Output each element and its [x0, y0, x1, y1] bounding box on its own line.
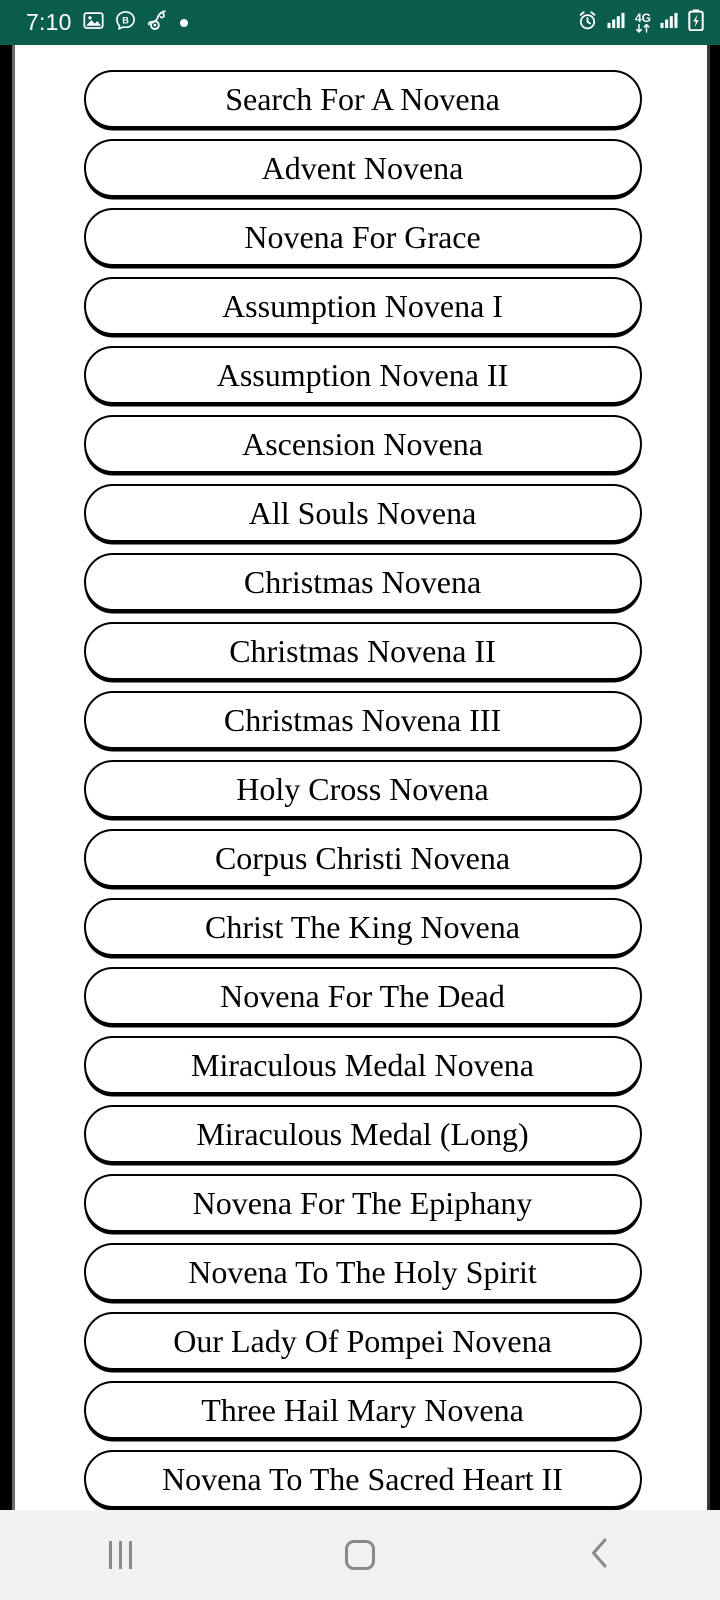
phone-screen: 7:10 B 4G Search For A Novena Advent Nov… — [0, 0, 720, 1600]
messenger-b-icon: B — [115, 10, 136, 36]
status-bar-clock: 7:10 — [26, 9, 72, 35]
novena-button[interactable]: Christmas Novena II — [83, 622, 642, 680]
novena-button[interactable]: Three Hail Mary Novena — [83, 1381, 642, 1439]
status-bar-right: 4G — [577, 9, 704, 36]
svg-text:B: B — [122, 15, 129, 25]
left-screen-edge — [0, 45, 12, 1510]
status-bar-left: 7:10 B — [26, 9, 188, 36]
recents-button[interactable] — [45, 1510, 195, 1600]
mobile-data-4g-icon: 4G — [634, 10, 651, 33]
novena-button[interactable]: Ascension Novena — [83, 415, 642, 473]
signal-bars-2-icon — [660, 11, 679, 34]
network-type-label: 4G — [634, 10, 651, 25]
novena-button[interactable]: Our Lady Of Pompei Novena — [83, 1312, 642, 1370]
novena-button[interactable]: Novena For Grace — [83, 208, 642, 266]
search-for-a-novena-button[interactable]: Search For A Novena — [83, 70, 642, 128]
novena-button[interactable]: Corpus Christi Novena — [83, 829, 642, 887]
novena-button[interactable]: Assumption Novena II — [83, 346, 642, 404]
novena-button[interactable]: Assumption Novena I — [83, 277, 642, 335]
novena-button[interactable]: Novena To The Holy Spirit — [83, 1243, 642, 1301]
right-screen-edge — [710, 45, 720, 1510]
back-icon — [585, 1536, 615, 1575]
gallery-icon — [83, 10, 104, 36]
home-button[interactable] — [285, 1510, 435, 1600]
status-bar: 7:10 B 4G — [0, 0, 720, 45]
signal-bars-icon — [607, 11, 626, 34]
novena-button[interactable]: Advent Novena — [83, 139, 642, 197]
novena-button[interactable]: Christ The King Novena — [83, 898, 642, 956]
novena-button[interactable]: Miraculous Medal Novena — [83, 1036, 642, 1094]
novena-button[interactable]: Holy Cross Novena — [83, 760, 642, 818]
novena-button[interactable]: Christmas Novena III — [83, 691, 642, 749]
right-edge-hairline — [707, 45, 710, 1510]
novena-button[interactable]: All Souls Novena — [83, 484, 642, 542]
novena-button[interactable]: Novena For The Dead — [83, 967, 642, 1025]
android-navigation-bar — [0, 1510, 720, 1600]
battery-charging-icon — [688, 9, 704, 36]
novena-list[interactable]: Search For A Novena Advent Novena Novena F… — [15, 70, 710, 1510]
novena-button[interactable]: Novena To The Sacred Heart II — [83, 1450, 642, 1508]
back-button[interactable] — [525, 1510, 675, 1600]
novena-button[interactable]: Novena For The Epiphany — [83, 1174, 642, 1232]
main-content: Search For A Novena Advent Novena Novena F… — [15, 45, 710, 1510]
left-edge-hairline — [12, 45, 15, 1510]
novena-button[interactable]: Miraculous Medal (Long) — [83, 1105, 642, 1163]
uc-browser-squirrel-icon — [147, 9, 169, 36]
home-icon — [345, 1540, 375, 1570]
novena-button[interactable]: Christmas Novena — [83, 553, 642, 611]
recents-icon — [108, 1541, 132, 1569]
dot-indicator-icon — [179, 18, 188, 27]
alarm-icon — [577, 10, 598, 36]
